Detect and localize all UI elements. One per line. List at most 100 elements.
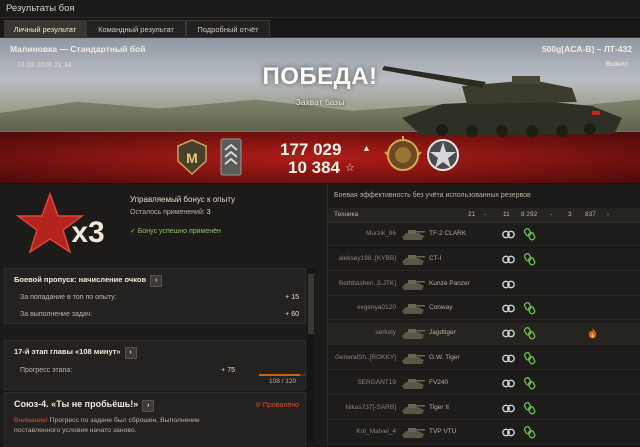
battlepass-title: Боевой пропуск: начисление очков: [14, 275, 147, 284]
achievement-medal-icon[interactable]: [384, 135, 422, 175]
spotting-icon: [502, 428, 515, 437]
header-col7[interactable]: 837: [585, 211, 596, 218]
mission-warning-prefix: Внимание!: [14, 417, 48, 424]
chapter-progress-label: Прогресс этапа:: [20, 367, 73, 374]
player-name[interactable]: Bethbashen..[LJTK]: [328, 280, 396, 287]
header-col8[interactable]: -: [607, 211, 609, 218]
player-name[interactable]: Murzik_86: [328, 230, 396, 237]
fire-icon: [588, 328, 597, 339]
table-row[interactable]: Kot_Matvei_4 TVP VTU: [328, 422, 640, 445]
rewards-scrollbar[interactable]: [307, 268, 315, 443]
chapter-header: 17-й этап главы «108 минут» ›: [14, 347, 137, 359]
team-table-header: Техника 21 - 11 8 292 - 3 837 -: [328, 208, 640, 223]
header-col2[interactable]: -: [484, 211, 486, 218]
tank-icon: [402, 354, 425, 364]
header-col6[interactable]: 3: [568, 211, 572, 218]
assist-icon: [523, 252, 536, 266]
mastery-badge-icon[interactable]: M: [175, 139, 209, 175]
battlepass-header: Боевой пропуск: начисление очков ›: [14, 275, 163, 287]
tab-personal-result[interactable]: Личный результат: [4, 20, 86, 37]
chapter-expand-button[interactable]: ›: [124, 347, 137, 359]
header-col1[interactable]: 21: [468, 211, 475, 218]
tab-detailed-report[interactable]: Подробный отчёт: [186, 20, 270, 37]
tab-team-result[interactable]: Командный результат: [86, 20, 186, 37]
assist-icon: [523, 376, 536, 390]
earned-experience: 10 384: [288, 158, 340, 177]
spotting-icon: [502, 379, 515, 388]
tank-icon: [402, 230, 425, 240]
player-name[interactable]: aleksey198..[KYBB]: [328, 255, 396, 262]
chapter-title: 17-й этап главы «108 минут»: [14, 347, 121, 356]
player-name[interactable]: serkoly: [328, 329, 396, 336]
header-vehicle[interactable]: Техника: [334, 211, 358, 218]
rank-chevron-icon[interactable]: [220, 138, 242, 176]
tank-icon: [402, 329, 425, 340]
battlepass-row: За попадание в топ по опыту: + 15: [20, 294, 299, 301]
assist-icon: [523, 327, 536, 340]
table-row[interactable]: aleksey198..[KYBB] CT-I: [328, 249, 640, 271]
header-col4[interactable]: 8 292: [521, 211, 537, 218]
battlepass-row-value: + 15: [285, 294, 299, 301]
chapter-progress-gain: + 75: [221, 367, 235, 374]
tank-name: Jagdtiger: [429, 329, 456, 337]
spotting-icon: [502, 304, 515, 313]
bonus-multiplier: x3: [71, 216, 104, 249]
spotting-icon: [502, 230, 515, 239]
mission-section: Союз-4. «Ты не пробьёшь!» › ⊘ Провалено В…: [4, 392, 306, 447]
table-row[interactable]: SERGANT19 FV240: [328, 373, 640, 395]
bonus-remaining-label: Осталось применений:: [130, 209, 205, 216]
assist-icon: [523, 352, 536, 365]
tab-bar: Личный результат Командный результат Под…: [0, 18, 640, 38]
table-row[interactable]: GeneralSh..[ROKKY] G.W. Tiger: [328, 348, 640, 370]
table-row[interactable]: evgenya0120 Conway: [328, 298, 640, 321]
achievement-medal-icon[interactable]: [424, 135, 462, 175]
bonus-remaining-value: 3: [206, 209, 211, 216]
tank-icon: [402, 254, 425, 265]
mission-header: Союз-4. «Ты не пробьёшь!» ›: [14, 399, 155, 412]
battlepass-expand-button[interactable]: ›: [150, 275, 163, 287]
window-title: Результаты боя: [6, 3, 75, 14]
scrollbar-thumb[interactable]: [308, 274, 314, 334]
tank-name: CT-I: [429, 254, 442, 262]
tank-name: Conway: [429, 304, 453, 312]
tank-name: FV240: [429, 378, 449, 386]
assist-icon: [523, 426, 536, 439]
player-name[interactable]: Nikas737[-SARB]: [328, 404, 396, 411]
table-row[interactable]: serkoly Jagdtiger: [328, 323, 640, 346]
spotting-icon: [502, 354, 515, 363]
failed-icon: ⊘: [255, 402, 261, 409]
credits-icon: ▲: [362, 143, 371, 153]
header-col5[interactable]: -: [550, 211, 552, 218]
victory-reason: Захват базы: [295, 97, 345, 107]
earned-credits: 177 029: [280, 140, 342, 159]
xp-bonus-title: Управляемый бонус к опыту: [130, 195, 235, 204]
tank-icon: [402, 378, 425, 389]
header-col3[interactable]: 11: [503, 211, 510, 218]
table-row[interactable]: Nikas737[-SARB] Tiger II: [328, 398, 640, 420]
tank-icon: [402, 304, 425, 315]
xp-bonus-star-icon: x3: [15, 192, 105, 254]
svg-text:M: M: [186, 150, 198, 166]
map-and-mode: Малиновка — Стандартный бой: [10, 44, 146, 54]
team-table-title: Боевая эффективность без учёта использов…: [334, 192, 531, 199]
tank-name: Tiger II: [429, 403, 449, 411]
tank-name: Kunze Panzer: [429, 279, 470, 287]
mission-warning: Внимание! Прогресс по задаче был сброшен…: [14, 416, 244, 436]
star-icon: ☆: [345, 162, 355, 174]
bonus-applied-status: ✓ Бонус успешно применён: [130, 228, 221, 235]
player-name[interactable]: Kot_Matvei_4: [328, 428, 396, 435]
chapter-progress-row: Прогресс этапа: + 75: [20, 367, 235, 374]
player-name[interactable]: SERGANT19: [328, 379, 396, 386]
tank-icon: [402, 403, 425, 414]
table-row[interactable]: Bethbashen..[LJTK] Kunze Panzer: [328, 274, 640, 296]
player-name[interactable]: evgenya0120: [328, 304, 396, 311]
table-row[interactable]: Murzik_86 TF-2 CLARK: [328, 224, 640, 246]
chapter-progress-bar: [259, 374, 305, 376]
chapter-progress-fill: [259, 374, 301, 376]
window-titlebar: Результаты боя: [0, 0, 640, 18]
spotting-icon: [502, 404, 515, 412]
result-banner: Малиновка — Стандартный бой 23.03.2026 2…: [0, 38, 640, 183]
mission-expand-button[interactable]: ›: [142, 400, 155, 412]
battlepass-row-value: + 60: [285, 311, 299, 318]
player-name[interactable]: GeneralSh..[ROKKY]: [328, 354, 396, 361]
